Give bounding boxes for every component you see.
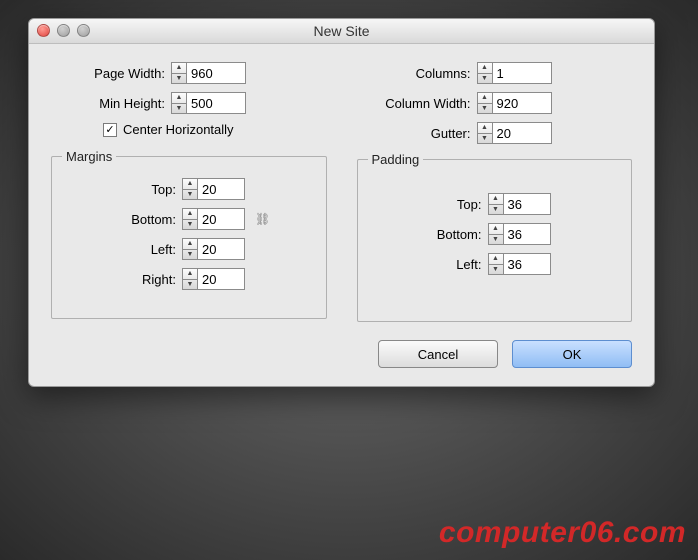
center-horizontally-row[interactable]: ✓ Center Horizontally — [103, 122, 327, 137]
step-down-icon[interactable]: ▼ — [172, 104, 186, 114]
margins-legend: Margins — [62, 149, 116, 164]
padding-bottom-stepper[interactable]: ▲▼ — [488, 223, 551, 245]
right-column: Columns: ▲▼ Column Width: ▲▼ Gutter: — [357, 62, 633, 322]
columns-stepper[interactable]: ▲▼ — [477, 62, 552, 84]
step-up-icon[interactable]: ▲ — [172, 63, 186, 74]
margin-right-stepper[interactable]: ▲▼ — [182, 268, 245, 290]
step-down-icon[interactable]: ▼ — [183, 220, 197, 230]
margin-top-row: Top: ▲▼ — [62, 178, 316, 200]
padding-top-row: Top: ▲▼ — [368, 193, 622, 215]
margin-bottom-input[interactable] — [197, 208, 245, 230]
step-down-icon[interactable]: ▼ — [489, 265, 503, 275]
step-down-icon[interactable]: ▼ — [183, 250, 197, 260]
margin-left-stepper[interactable]: ▲▼ — [182, 238, 245, 260]
step-down-icon[interactable]: ▼ — [489, 235, 503, 245]
page-width-row: Page Width: ▲ ▼ — [51, 62, 327, 84]
step-up-icon[interactable]: ▲ — [183, 209, 197, 220]
gutter-input[interactable] — [492, 122, 552, 144]
step-down-icon[interactable]: ▼ — [183, 190, 197, 200]
margin-bottom-row: Bottom: ▲▼ ⛓ — [62, 208, 316, 230]
step-up-icon[interactable]: ▲ — [478, 93, 492, 104]
margin-top-label: Top: — [62, 182, 182, 197]
gutter-stepper[interactable]: ▲▼ — [477, 122, 552, 144]
margin-right-input[interactable] — [197, 268, 245, 290]
columns-input[interactable] — [492, 62, 552, 84]
gutter-label: Gutter: — [357, 126, 477, 141]
link-icon[interactable]: ⛓ — [255, 212, 269, 226]
close-icon[interactable] — [37, 24, 50, 37]
column-width-label: Column Width: — [357, 96, 477, 111]
margin-left-label: Left: — [62, 242, 182, 257]
center-label: Center Horizontally — [123, 122, 234, 137]
page-width-stepper[interactable]: ▲ ▼ — [171, 62, 246, 84]
padding-left-row: Left: ▲▼ — [368, 253, 622, 275]
margin-left-row: Left: ▲▼ — [62, 238, 316, 260]
step-up-icon[interactable]: ▲ — [489, 194, 503, 205]
step-down-icon[interactable]: ▼ — [478, 134, 492, 144]
step-down-icon[interactable]: ▼ — [478, 74, 492, 84]
padding-top-input[interactable] — [503, 193, 551, 215]
step-up-icon[interactable]: ▲ — [478, 123, 492, 134]
step-down-icon[interactable]: ▼ — [489, 205, 503, 215]
dialog-content: Page Width: ▲ ▼ Min Height: ▲ — [29, 44, 654, 386]
min-height-input[interactable] — [186, 92, 246, 114]
padding-bottom-row: Bottom: ▲▼ — [368, 223, 622, 245]
margin-right-row: Right: ▲▼ — [62, 268, 316, 290]
padding-left-input[interactable] — [503, 253, 551, 275]
columns-row: Columns: ▲▼ — [357, 62, 633, 84]
ok-button[interactable]: OK — [512, 340, 632, 368]
margin-left-input[interactable] — [197, 238, 245, 260]
padding-left-stepper[interactable]: ▲▼ — [488, 253, 551, 275]
zoom-icon[interactable] — [77, 24, 90, 37]
padding-left-label: Left: — [368, 257, 488, 272]
step-down-icon[interactable]: ▼ — [183, 280, 197, 290]
step-up-icon[interactable]: ▲ — [489, 224, 503, 235]
minimize-icon[interactable] — [57, 24, 70, 37]
step-up-icon[interactable]: ▲ — [489, 254, 503, 265]
padding-top-label: Top: — [368, 197, 488, 212]
margin-right-label: Right: — [62, 272, 182, 287]
step-up-icon[interactable]: ▲ — [172, 93, 186, 104]
cancel-button[interactable]: Cancel — [378, 340, 498, 368]
step-down-icon[interactable]: ▼ — [478, 104, 492, 114]
padding-top-stepper[interactable]: ▲▼ — [488, 193, 551, 215]
margin-bottom-label: Bottom: — [62, 212, 182, 227]
columns-label: Columns: — [357, 66, 477, 81]
padding-legend: Padding — [368, 152, 424, 167]
padding-bottom-label: Bottom: — [368, 227, 488, 242]
button-bar: Cancel OK — [51, 340, 632, 368]
column-width-row: Column Width: ▲▼ — [357, 92, 633, 114]
step-up-icon[interactable]: ▲ — [478, 63, 492, 74]
dialog-window: New Site Page Width: ▲ ▼ Min Height: — [28, 18, 655, 387]
step-up-icon[interactable]: ▲ — [183, 269, 197, 280]
column-width-stepper[interactable]: ▲▼ — [477, 92, 552, 114]
watermark-text: computer06.com — [439, 516, 686, 550]
page-width-input[interactable] — [186, 62, 246, 84]
min-height-label: Min Height: — [51, 96, 171, 111]
margin-bottom-stepper[interactable]: ▲▼ — [182, 208, 245, 230]
step-up-icon[interactable]: ▲ — [183, 179, 197, 190]
center-checkbox[interactable]: ✓ — [103, 123, 117, 137]
padding-bottom-input[interactable] — [503, 223, 551, 245]
margin-top-input[interactable] — [197, 178, 245, 200]
min-height-stepper[interactable]: ▲ ▼ — [171, 92, 246, 114]
titlebar: New Site — [29, 19, 654, 44]
margins-group: Margins Top: ▲▼ Bottom: ▲▼ — [51, 149, 327, 319]
traffic-lights — [37, 24, 90, 37]
left-column: Page Width: ▲ ▼ Min Height: ▲ — [51, 62, 327, 322]
column-width-input[interactable] — [492, 92, 552, 114]
step-down-icon[interactable]: ▼ — [172, 74, 186, 84]
step-up-icon[interactable]: ▲ — [183, 239, 197, 250]
min-height-row: Min Height: ▲ ▼ — [51, 92, 327, 114]
padding-group: Padding Top: ▲▼ Bottom: ▲▼ — [357, 152, 633, 322]
window-title: New Site — [313, 23, 369, 39]
page-width-label: Page Width: — [51, 66, 171, 81]
gutter-row: Gutter: ▲▼ — [357, 122, 633, 144]
margin-top-stepper[interactable]: ▲▼ — [182, 178, 245, 200]
